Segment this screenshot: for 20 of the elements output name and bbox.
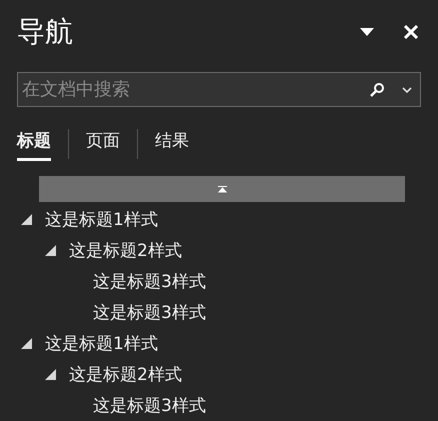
search-icon[interactable] xyxy=(370,82,384,96)
chevron-down-icon[interactable] xyxy=(402,86,412,92)
search-field[interactable]: 在文档中搜索 xyxy=(20,78,370,101)
expanded-triangle-icon[interactable] xyxy=(45,369,56,380)
tab[interactable]: 结果 xyxy=(155,129,189,161)
heading-item[interactable]: 这是标题2样式 xyxy=(69,239,182,262)
heading-item[interactable]: 这是标题3样式 xyxy=(93,394,206,417)
heading-item[interactable]: 这是标题1样式 xyxy=(45,208,158,231)
expanded-triangle-icon[interactable] xyxy=(21,338,32,349)
tab[interactable]: 页面 xyxy=(86,129,120,161)
expanded-triangle-icon[interactable] xyxy=(21,214,32,225)
tab[interactable]: 标题 xyxy=(17,129,51,161)
heading-item[interactable]: 这是标题3样式 xyxy=(93,270,206,293)
expanded-triangle-icon[interactable] xyxy=(45,245,56,256)
heading-item[interactable]: 这是标题2样式 xyxy=(69,363,182,386)
pane-title: 导航 xyxy=(17,14,74,50)
heading-item[interactable]: 这是标题1样式 xyxy=(45,332,158,355)
heading-item[interactable]: 这是标题3样式 xyxy=(93,301,206,324)
search-bar[interactable]: 在文档中搜索 xyxy=(17,72,421,107)
close-icon[interactable] xyxy=(401,22,421,42)
